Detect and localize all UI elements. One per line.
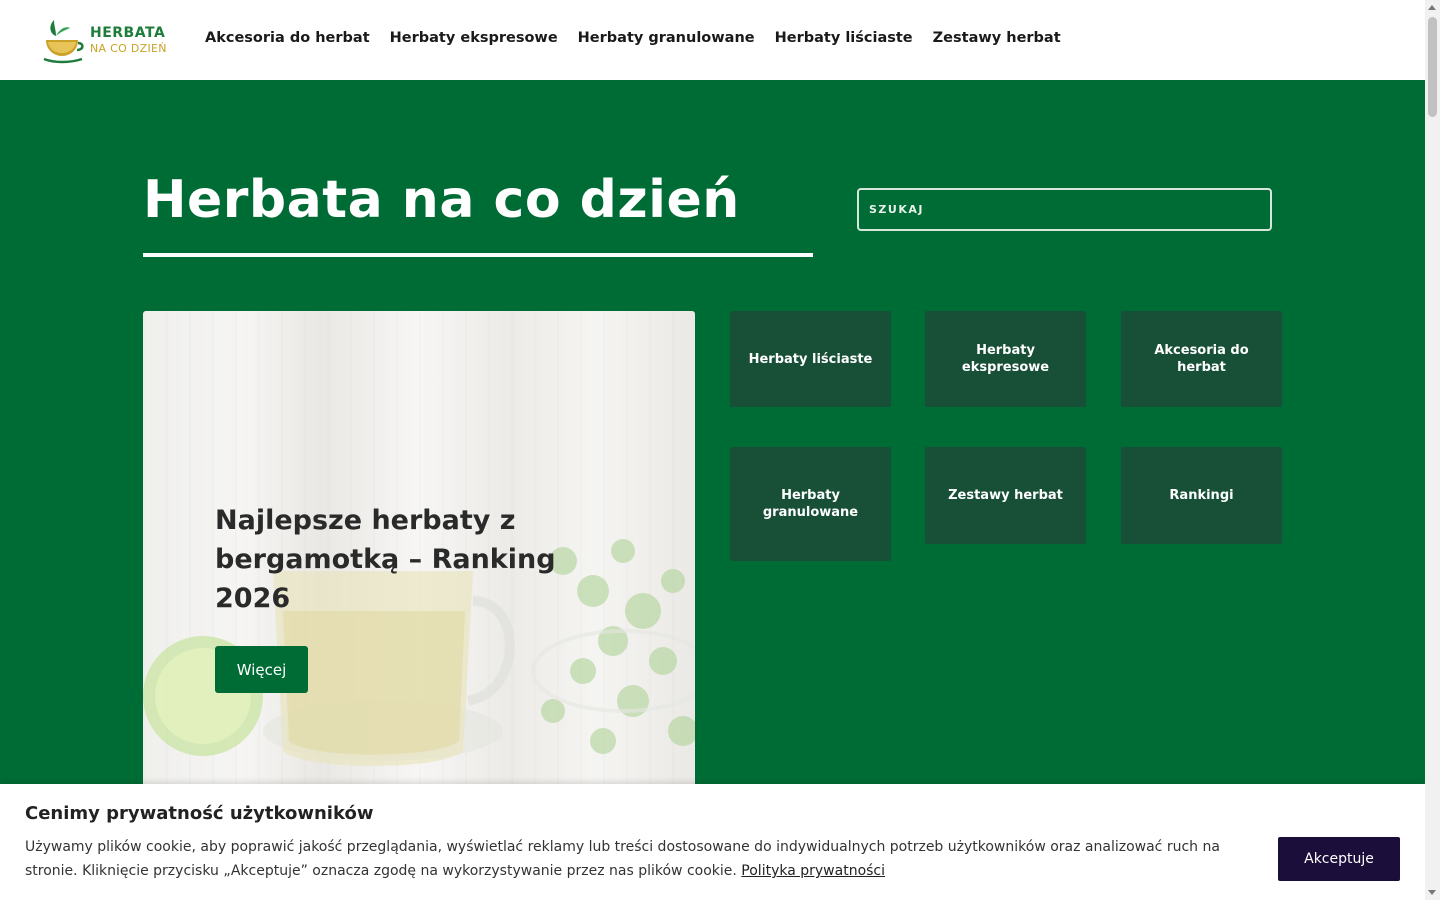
tile-herbaty-lisciaste[interactable]: Herbaty liściaste	[730, 311, 891, 407]
site-header: HERBATA NA CO DZIEŃ Akcesoria do herbat …	[0, 0, 1425, 80]
tile-rankingi[interactable]: Rankingi	[1121, 447, 1282, 544]
page-title: Herbata na co dzień	[143, 170, 740, 230]
featured-post-title[interactable]: Najlepsze herbaty z bergamotką – Ranking…	[215, 501, 595, 618]
logo-subtitle: NA CO DZIEŃ	[90, 42, 167, 55]
nav-item-ekspresowe[interactable]: Herbaty ekspresowe	[390, 30, 558, 46]
hero-section: Herbata na co dzień Najlepsze herbaty z …	[0, 80, 1425, 900]
cookie-text: Używamy plików cookie, aby poprawić jako…	[25, 835, 1255, 883]
nav-item-akcesoria[interactable]: Akcesoria do herbat	[205, 30, 370, 46]
page-scrollbar[interactable]	[1425, 0, 1440, 900]
title-underline	[143, 253, 813, 257]
accept-cookies-button[interactable]: Akceptuje	[1278, 837, 1400, 881]
search-input[interactable]	[857, 188, 1272, 231]
logo-text: HERBATA NA CO DZIEŃ	[90, 26, 167, 54]
tile-zestawy-herbat[interactable]: Zestawy herbat	[925, 447, 1086, 544]
cookie-banner: Cenimy prywatność użytkowników Używamy p…	[0, 784, 1425, 900]
tile-herbaty-granulowane[interactable]: Herbaty granulowane	[730, 447, 891, 561]
nav-item-lisciaste[interactable]: Herbaty liściaste	[775, 30, 913, 46]
teacup-leaf-icon	[40, 16, 88, 64]
scroll-down-arrow-icon[interactable]	[1428, 890, 1436, 895]
logo-title: HERBATA	[90, 25, 166, 41]
nav-item-granulowane[interactable]: Herbaty granulowane	[578, 30, 755, 46]
site-logo[interactable]: HERBATA NA CO DZIEŃ	[40, 16, 180, 64]
more-button[interactable]: Więcej	[215, 646, 308, 693]
scroll-up-arrow-icon[interactable]	[1428, 5, 1436, 10]
tile-akcesoria[interactable]: Akcesoria do herbat	[1121, 311, 1282, 407]
scrollbar-thumb[interactable]	[1428, 17, 1437, 117]
nav-item-zestawy[interactable]: Zestawy herbat	[933, 30, 1061, 46]
featured-post-card[interactable]: Najlepsze herbaty z bergamotką – Ranking…	[143, 311, 695, 811]
main-nav: Akcesoria do herbat Herbaty ekspresowe H…	[205, 30, 1061, 46]
cookie-description: Używamy plików cookie, aby poprawić jako…	[25, 839, 1220, 879]
tile-herbaty-ekspresowe[interactable]: Herbaty ekspresowe	[925, 311, 1086, 407]
privacy-policy-link[interactable]: Polityka prywatności	[741, 863, 885, 879]
cookie-title: Cenimy prywatność użytkowników	[25, 803, 374, 824]
